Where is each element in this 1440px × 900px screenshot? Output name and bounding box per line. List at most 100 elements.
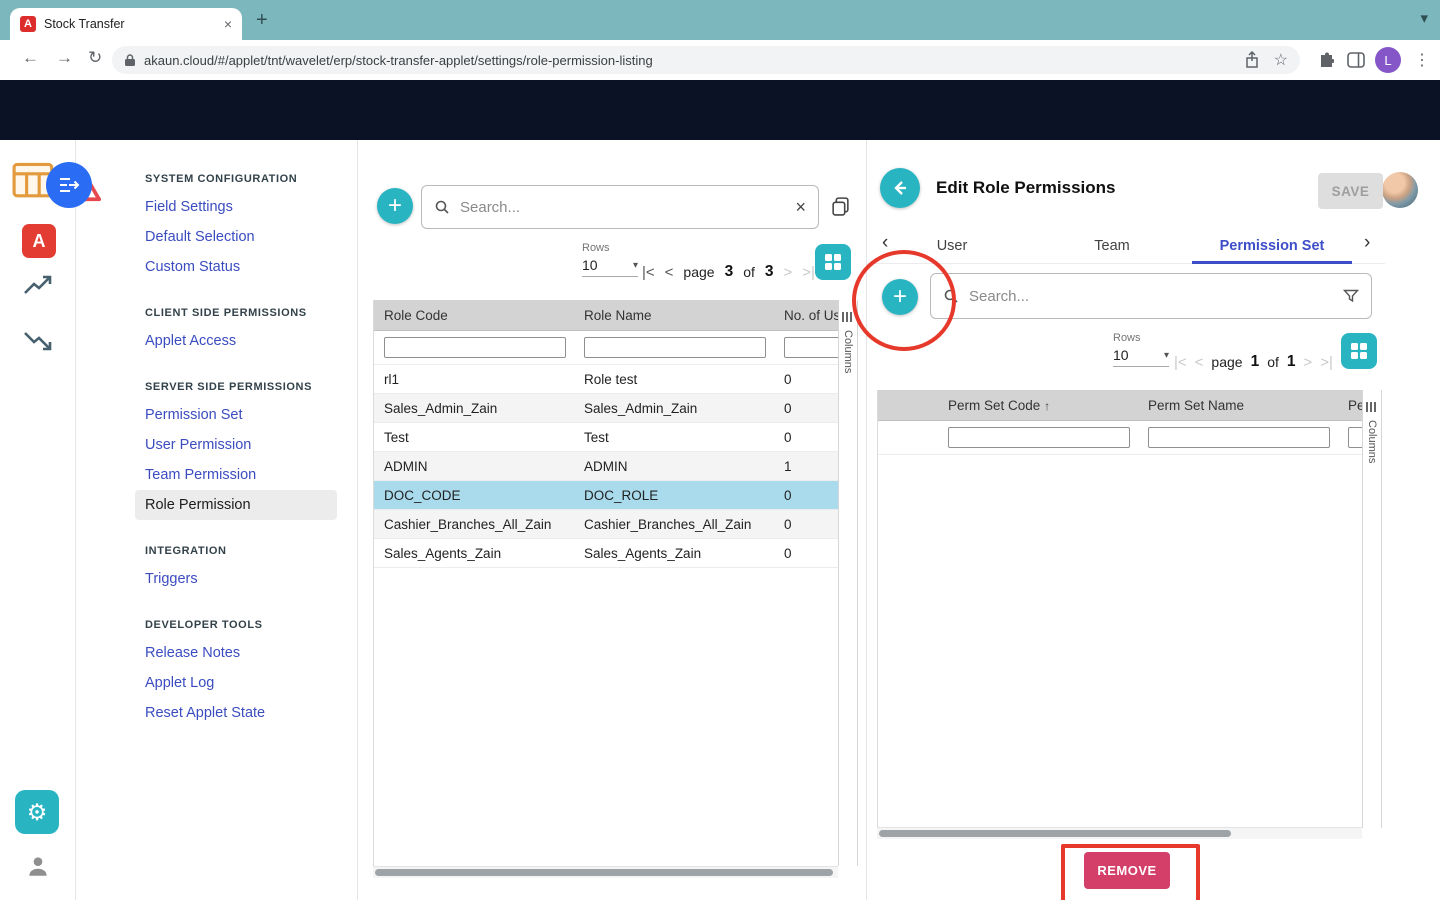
add-permission-set-button[interactable]: + — [882, 279, 918, 315]
save-button[interactable]: SAVE — [1318, 173, 1383, 209]
pdf-export-icon[interactable]: A — [22, 224, 56, 258]
sidebar-item-permission-set[interactable]: Permission Set — [135, 400, 337, 430]
next-page-icon[interactable]: > — [784, 264, 793, 281]
scroll-thumb[interactable] — [879, 830, 1231, 837]
first-page-icon[interactable]: |< — [642, 264, 655, 281]
clear-search-icon[interactable]: × — [795, 197, 806, 218]
sidebar-expand-button[interactable] — [46, 162, 92, 208]
settings-gear-button[interactable]: ⚙ — [15, 790, 59, 834]
trend-down-icon[interactable] — [23, 330, 53, 352]
tab-close-icon[interactable]: × — [224, 16, 232, 32]
rows-select[interactable]: 10 ▾ — [1113, 344, 1169, 367]
side-panel-icon[interactable] — [1347, 52, 1365, 68]
section-title: INTEGRATION — [135, 538, 337, 564]
table-row[interactable]: Test Test 0 — [374, 423, 839, 452]
permission-search-input[interactable] — [967, 287, 1343, 306]
first-page-icon[interactable]: |< — [1174, 354, 1187, 371]
table-row[interactable]: Sales_Admin_Zain Sales_Admin_Zain 0 — [374, 394, 839, 423]
chevron-down-icon[interactable]: ▾ — [1420, 9, 1428, 27]
filter-role-name-input[interactable] — [584, 337, 766, 358]
column-header-perm-set-name[interactable]: Perm Set Name — [1138, 398, 1338, 413]
cell-role-code: Cashier_Branches_All_Zain — [374, 517, 574, 532]
rows-select[interactable]: 10 ▾ — [582, 254, 638, 277]
filter-no-of-users-input[interactable] — [784, 337, 839, 358]
panel-divider — [866, 140, 867, 900]
sidebar-item-custom-status[interactable]: Custom Status — [135, 252, 337, 282]
profile-person-icon[interactable] — [25, 853, 51, 879]
rows-per-page: Rows 10 ▾ — [582, 242, 638, 277]
tab-permission-set[interactable]: Permission Set — [1192, 228, 1352, 264]
forward-icon[interactable]: → — [56, 48, 73, 68]
filter-perm-set-code-input[interactable] — [948, 427, 1130, 448]
table-row[interactable]: rl1 Role test 0 — [374, 365, 839, 394]
table-row-selected[interactable]: DOC_CODE DOC_ROLE 0 — [374, 481, 839, 510]
share-icon[interactable] — [1244, 51, 1260, 69]
filter-role-code-input[interactable] — [384, 337, 566, 358]
sidebar-item-user-permission[interactable]: User Permission — [135, 430, 337, 460]
filter-funnel-icon[interactable] — [1343, 288, 1359, 304]
sidebar-item-applet-log[interactable]: Applet Log — [135, 668, 337, 698]
copy-icon[interactable] — [830, 196, 851, 217]
tabs-scroll-right-icon[interactable]: › — [1364, 232, 1370, 254]
prev-page-icon[interactable]: < — [665, 264, 674, 281]
column-header-role-name[interactable]: Role Name — [574, 308, 774, 323]
caret-down-icon: ▾ — [633, 260, 638, 271]
sidebar-item-reset-applet-state[interactable]: Reset Applet State — [135, 698, 337, 728]
sidebar-item-release-notes[interactable]: Release Notes — [135, 638, 337, 668]
sidebar-item-role-permission[interactable]: Role Permission — [135, 490, 337, 520]
column-header-pe[interactable]: Pe — [1338, 398, 1363, 413]
columns-toggle-strip[interactable]: Columns — [1362, 390, 1382, 828]
extensions-puzzle-icon[interactable] — [1316, 51, 1334, 69]
browser-tab[interactable]: A Stock Transfer × — [10, 8, 242, 40]
prev-page-icon[interactable]: < — [1195, 354, 1204, 371]
grid-view-button[interactable] — [1341, 333, 1377, 369]
back-icon[interactable]: ← — [22, 48, 39, 68]
section-title: DEVELOPER TOOLS — [135, 612, 337, 638]
sidebar-item-team-permission[interactable]: Team Permission — [135, 460, 337, 490]
address-bar[interactable]: akaun.cloud/#/applet/tnt/wavelet/erp/sto… — [112, 46, 1300, 74]
trend-up-icon[interactable] — [23, 274, 53, 296]
sidebar-item-applet-access[interactable]: Applet Access — [135, 326, 337, 356]
filter-pe-input[interactable] — [1348, 427, 1363, 448]
sidebar-item-default-selection[interactable]: Default Selection — [135, 222, 337, 252]
column-header-no-of-users[interactable]: No. of Us — [774, 308, 839, 323]
tab-team[interactable]: Team — [1032, 228, 1192, 264]
kebab-menu-icon[interactable]: ⋮ — [1414, 50, 1430, 70]
new-tab-button[interactable]: + — [256, 9, 268, 32]
table-row[interactable]: ADMIN ADMIN 1 — [374, 452, 839, 481]
columns-toggle-strip[interactable]: Columns — [838, 300, 858, 866]
browser-profile-avatar[interactable]: L — [1375, 47, 1401, 73]
scroll-thumb[interactable] — [375, 869, 833, 876]
reload-icon[interactable]: ↻ — [88, 48, 102, 68]
next-page-icon[interactable]: > — [1304, 354, 1313, 371]
of-word: of — [1267, 354, 1279, 370]
back-button[interactable] — [880, 168, 920, 208]
last-page-icon[interactable]: >| — [802, 264, 815, 281]
grid-view-button[interactable] — [815, 244, 851, 280]
bookmark-star-icon[interactable]: ☆ — [1274, 50, 1288, 70]
permission-search-box — [930, 273, 1372, 319]
permission-hscrollbar[interactable] — [877, 827, 1362, 839]
roles-search-input[interactable] — [458, 198, 795, 217]
rows-label: Rows — [1113, 332, 1169, 344]
tab-title: Stock Transfer — [44, 17, 218, 31]
cell-role-name: DOC_ROLE — [574, 488, 774, 503]
tab-user[interactable]: User — [872, 228, 1032, 264]
add-role-button[interactable]: + — [377, 188, 413, 224]
table-row[interactable]: Sales_Agents_Zain Sales_Agents_Zain 0 — [374, 539, 839, 568]
sidebar-item-field-settings[interactable]: Field Settings — [135, 192, 337, 222]
column-header-perm-set-code[interactable]: Perm Set Code ↑ — [938, 398, 1138, 413]
roles-hscrollbar[interactable] — [373, 866, 838, 878]
column-header-role-code[interactable]: Role Code — [374, 308, 574, 323]
sidebar-section-client-side-permissions: CLIENT SIDE PERMISSIONS Applet Access — [135, 300, 337, 356]
cell-role-name: Sales_Agents_Zain — [574, 546, 774, 561]
user-avatar[interactable] — [1382, 172, 1418, 208]
menu-arrow-icon — [58, 176, 80, 194]
remove-button[interactable]: REMOVE — [1084, 852, 1170, 889]
sidebar-item-triggers[interactable]: Triggers — [135, 564, 337, 594]
grid-icon — [1351, 343, 1367, 359]
filter-perm-set-name-input[interactable] — [1148, 427, 1330, 448]
cell-role-code: DOC_CODE — [374, 488, 574, 503]
last-page-icon[interactable]: >| — [1320, 354, 1333, 371]
table-row[interactable]: Cashier_Branches_All_Zain Cashier_Branch… — [374, 510, 839, 539]
